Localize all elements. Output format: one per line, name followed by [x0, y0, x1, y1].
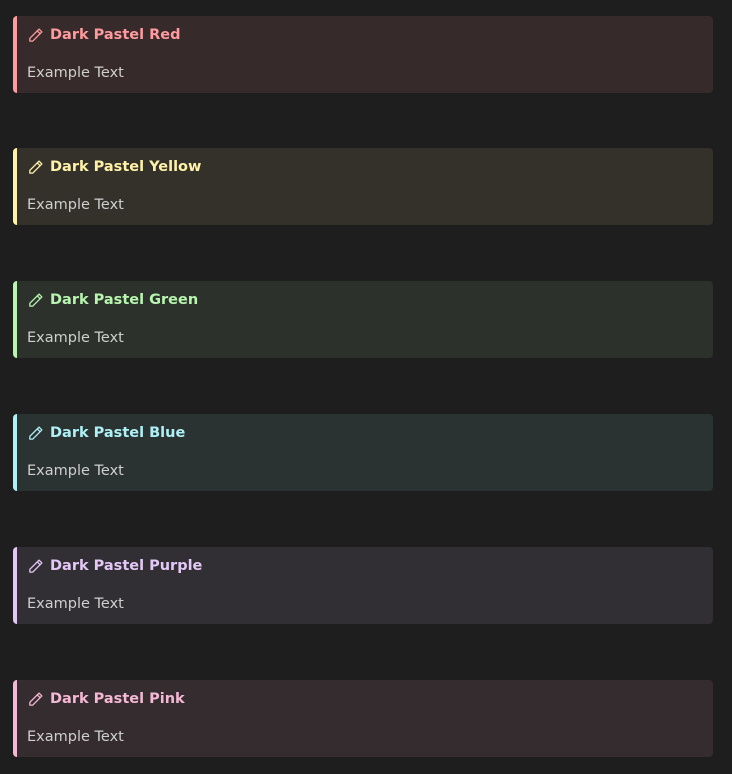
callout-body-text[interactable]: Example Text — [27, 462, 124, 480]
callout-title: Dark Pastel Yellow — [50, 159, 202, 175]
pencil-icon — [27, 292, 44, 309]
pencil-icon — [27, 425, 44, 442]
callout-blue: Dark Pastel Blue Example Text — [13, 414, 713, 491]
callout-purple: Dark Pastel Purple Example Text — [13, 547, 713, 624]
callout-body-text[interactable]: Example Text — [27, 64, 124, 82]
callout-body-text[interactable]: Example Text — [27, 196, 124, 214]
callout-title: Dark Pastel Blue — [50, 425, 186, 441]
pencil-icon — [27, 691, 44, 708]
callout-title: Dark Pastel Pink — [50, 691, 185, 707]
callout-title-row[interactable]: Dark Pastel Pink — [27, 690, 185, 708]
callout-list: Dark Pastel Red Example Text Dark Pastel… — [0, 0, 732, 774]
callout-title: Dark Pastel Red — [50, 27, 181, 43]
callout-pink: Dark Pastel Pink Example Text — [13, 680, 713, 757]
pencil-icon — [27, 27, 44, 44]
callout-body-text[interactable]: Example Text — [27, 595, 124, 613]
callout-yellow: Dark Pastel Yellow Example Text — [13, 148, 713, 225]
callout-title: Dark Pastel Purple — [50, 558, 203, 574]
callout-title-row[interactable]: Dark Pastel Red — [27, 26, 180, 44]
callout-green: Dark Pastel Green Example Text — [13, 281, 713, 358]
callout-body-text[interactable]: Example Text — [27, 728, 124, 746]
callout-title-row[interactable]: Dark Pastel Purple — [27, 557, 202, 575]
callout-title-row[interactable]: Dark Pastel Yellow — [27, 158, 201, 176]
callout-title-row[interactable]: Dark Pastel Blue — [27, 424, 185, 442]
pencil-icon — [27, 159, 44, 176]
callout-red: Dark Pastel Red Example Text — [13, 16, 713, 93]
callout-title: Dark Pastel Green — [50, 292, 199, 308]
callout-title-row[interactable]: Dark Pastel Green — [27, 291, 198, 309]
pencil-icon — [27, 558, 44, 575]
callout-body-text[interactable]: Example Text — [27, 329, 124, 347]
